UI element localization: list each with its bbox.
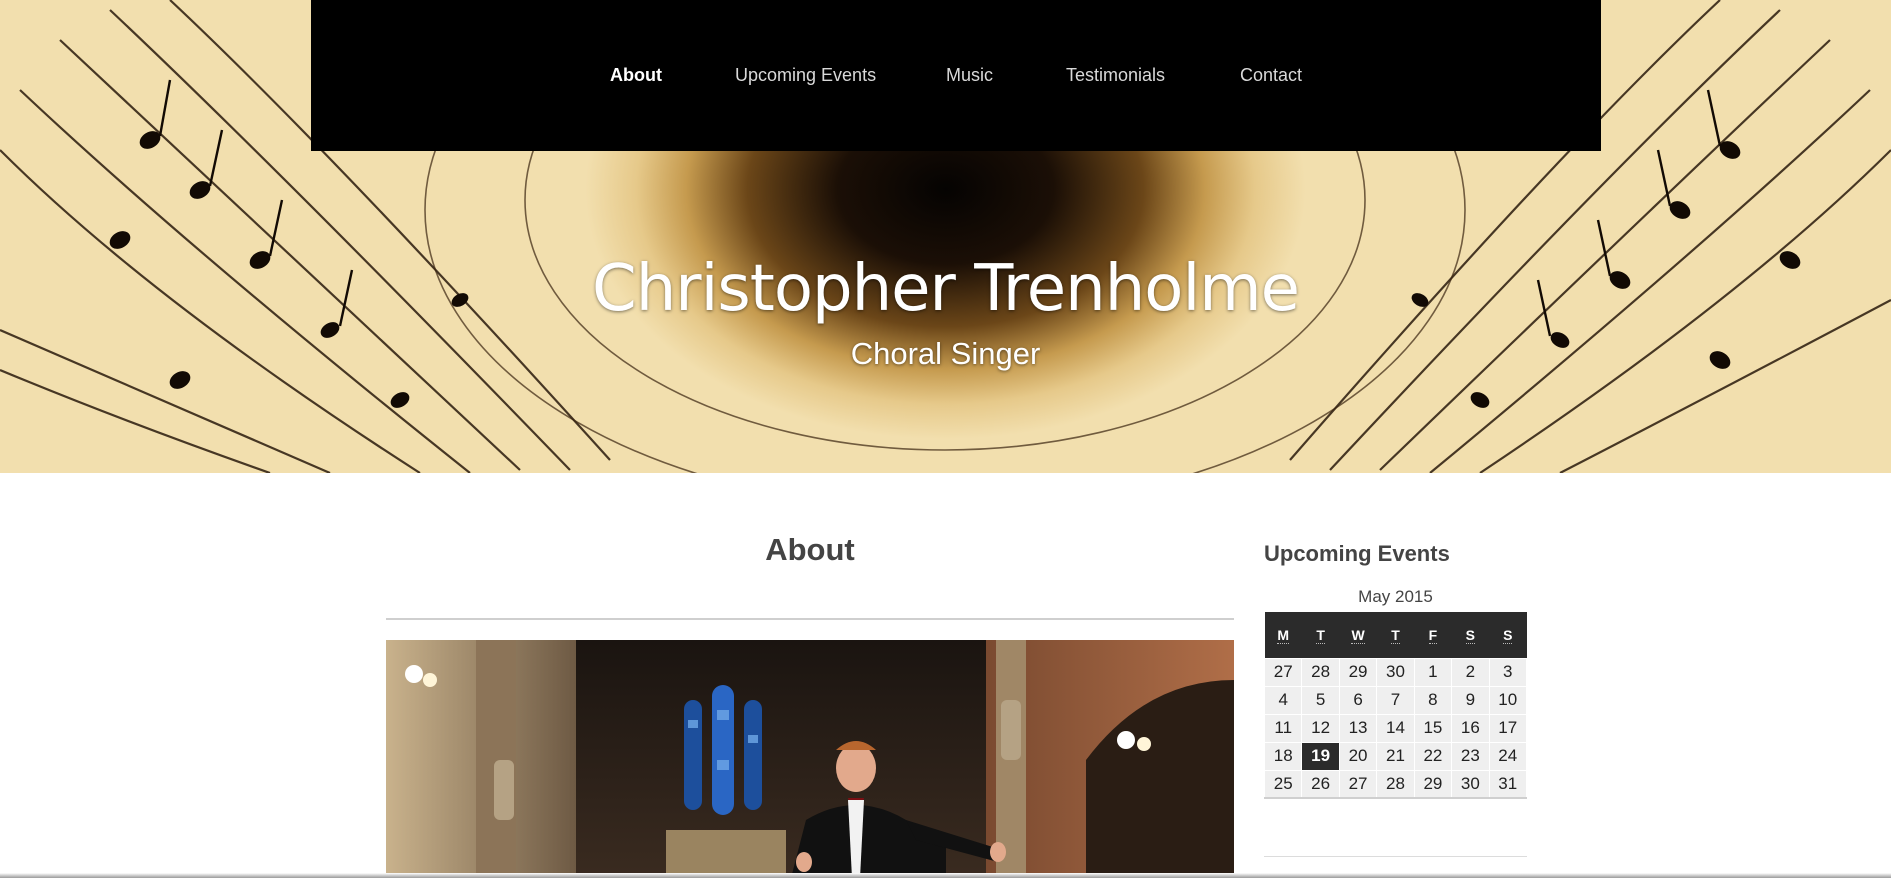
calendar-day[interactable]: 1 [1413, 657, 1453, 687]
calendar-day[interactable]: 16 [1451, 713, 1490, 743]
calendar-weekday-row: M T W T F S S [1264, 612, 1527, 658]
calendar-day[interactable]: 20 [1338, 741, 1378, 771]
sidebar-divider [1264, 856, 1527, 857]
calendar-body: 27 28 29 30 1 2 3 4 5 6 7 8 9 10 11 12 13 14 15 16 17 18 19 20 2… [1263, 657, 1528, 799]
calendar-day[interactable]: 9 [1451, 685, 1490, 715]
calendar-weekday: T [1376, 612, 1415, 658]
calendar-day[interactable]: 12 [1301, 713, 1340, 743]
calendar-weekday: M [1264, 612, 1302, 658]
calendar-day[interactable]: 6 [1338, 685, 1378, 715]
calendar-week-row: 18 19 20 21 22 23 24 [1263, 741, 1528, 771]
calendar-day[interactable]: 17 [1488, 713, 1528, 743]
bottom-edge [0, 873, 1891, 878]
singer-photo [386, 640, 1234, 878]
calendar-day[interactable]: 26 [1301, 769, 1340, 799]
calendar-day[interactable]: 29 [1338, 657, 1378, 687]
calendar-day[interactable]: 22 [1413, 741, 1453, 771]
title-divider [386, 618, 1234, 620]
upcoming-events-heading: Upcoming Events [1264, 541, 1450, 566]
nav-music[interactable]: Music [946, 65, 993, 86]
nav-upcoming-events[interactable]: Upcoming Events [735, 65, 876, 86]
calendar-day[interactable]: 10 [1488, 685, 1528, 715]
weekday-label: T [1391, 626, 1400, 644]
calendar-day-today[interactable]: 19 [1301, 741, 1340, 771]
calendar-day[interactable]: 11 [1263, 713, 1303, 743]
calendar-weekday: T [1301, 612, 1340, 658]
calendar-day[interactable]: 18 [1263, 741, 1303, 771]
hero-title: Christopher Trenholme [592, 252, 1300, 326]
nav-testimonials[interactable]: Testimonials [1066, 65, 1165, 86]
page: Christopher Trenholme Choral Singer Abou… [0, 0, 1891, 878]
page-title: About [765, 532, 855, 567]
calendar-week-row: 11 12 13 14 15 16 17 [1263, 713, 1528, 743]
calendar-day[interactable]: 21 [1376, 741, 1415, 771]
calendar-weekday: S [1489, 612, 1527, 658]
hero-subtitle: Choral Singer [850, 336, 1041, 371]
weekday-label: M [1277, 626, 1290, 644]
calendar-day[interactable]: 28 [1376, 769, 1415, 799]
nav-about[interactable]: About [610, 65, 662, 86]
calendar-day[interactable]: 15 [1413, 713, 1453, 743]
calendar-day[interactable]: 27 [1338, 769, 1378, 799]
calendar-week-row: 4 5 6 7 8 9 10 [1263, 685, 1528, 715]
calendar-day[interactable]: 23 [1451, 741, 1490, 771]
calendar-day[interactable]: 3 [1488, 657, 1528, 687]
nav-contact[interactable]: Contact [1240, 65, 1302, 86]
calendar-day[interactable]: 30 [1451, 769, 1490, 799]
weekday-label: S [1503, 626, 1513, 644]
weekday-label: T [1316, 626, 1325, 644]
events-calendar: M T W T F S S 27 28 29 30 1 2 3 4 5 6 7 8 9 10 11 12 13 1… [1263, 612, 1528, 799]
calendar-caption: May 2015 [1358, 587, 1433, 606]
calendar-day[interactable]: 31 [1488, 769, 1528, 799]
church-interior-image [386, 640, 1234, 878]
calendar-day[interactable]: 24 [1488, 741, 1528, 771]
calendar-day[interactable]: 13 [1338, 713, 1378, 743]
calendar-weekday: S [1451, 612, 1490, 658]
calendar-week-row: 25 26 27 28 29 30 31 [1263, 769, 1528, 799]
calendar-day[interactable]: 25 [1263, 769, 1303, 799]
weekday-label: W [1351, 626, 1365, 644]
calendar-day[interactable]: 8 [1413, 685, 1453, 715]
calendar-day[interactable]: 5 [1301, 685, 1340, 715]
calendar-day[interactable]: 27 [1263, 657, 1303, 687]
calendar-day[interactable]: 4 [1263, 685, 1303, 715]
calendar-day[interactable]: 30 [1376, 657, 1415, 687]
main-nav: About Upcoming Events Music Testimonials… [311, 0, 1601, 151]
calendar-weekday: W [1339, 612, 1377, 658]
weekday-label: F [1428, 626, 1438, 644]
calendar-day[interactable]: 29 [1413, 769, 1453, 799]
calendar-day[interactable]: 14 [1376, 713, 1415, 743]
calendar-day[interactable]: 28 [1301, 657, 1340, 687]
weekday-label: S [1465, 626, 1475, 644]
calendar-day[interactable]: 2 [1451, 657, 1490, 687]
calendar-weekday: F [1414, 612, 1452, 658]
calendar-week-row: 27 28 29 30 1 2 3 [1263, 657, 1528, 687]
calendar-day[interactable]: 7 [1376, 685, 1415, 715]
